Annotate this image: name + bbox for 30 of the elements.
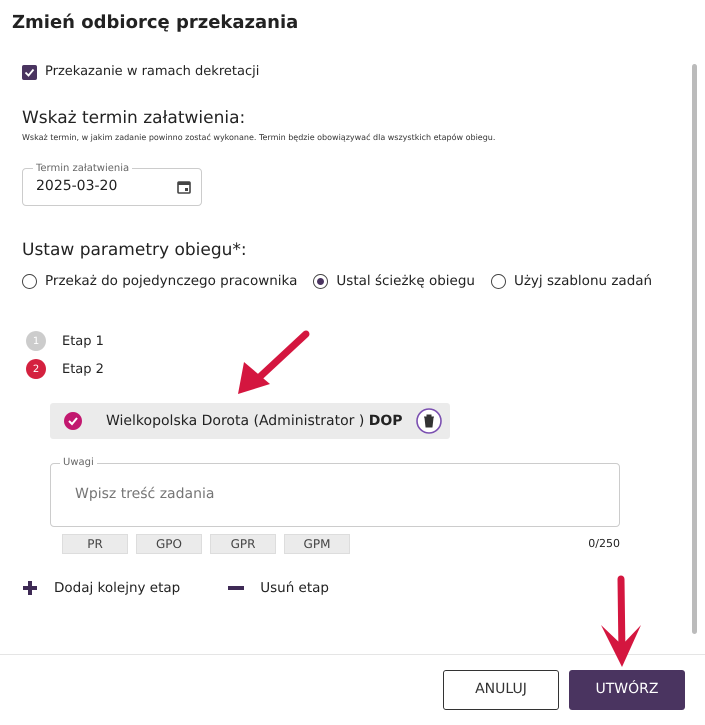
character-counter: 0/250 xyxy=(588,536,620,552)
checkbox[interactable] xyxy=(22,64,37,80)
radio-button[interactable] xyxy=(313,274,328,289)
section-heading: Ustaw parametry obiegu*: xyxy=(22,238,248,262)
field-label: Uwagi xyxy=(60,455,97,470)
create-button[interactable]: UTWÓRZ xyxy=(569,670,685,710)
tag-button[interactable]: PR xyxy=(62,534,128,554)
checkbox-label: Przekazanie w ramach dekretacji xyxy=(45,63,260,82)
step-label: Etap 2 xyxy=(62,360,104,378)
action-link[interactable]: Usuń etap xyxy=(260,578,329,598)
hint-text: Wskaż termin, w jakim zadanie powinno zostać wykonane. Termin będzie obowiązywać dla wszystkich etapów obiegu. xyxy=(22,132,496,144)
tag-button[interactable]: GPM xyxy=(284,534,350,554)
dialog-title: Zmień odbiorcę przekazania xyxy=(11,11,300,35)
delete-icon[interactable] xyxy=(416,408,442,434)
scrollbar[interactable] xyxy=(692,64,697,634)
tag-button[interactable]: GPO xyxy=(136,534,202,554)
step-number: 2 xyxy=(26,359,46,380)
calendar-icon[interactable] xyxy=(177,180,191,194)
recipient-name: Wielkopolska Dorota (Administrator ) DOP xyxy=(106,412,404,431)
action-link[interactable]: Dodaj kolejny etap xyxy=(54,578,180,598)
tag-button[interactable]: GPR xyxy=(210,534,276,554)
plus-icon[interactable] xyxy=(22,580,38,596)
radio-label: Ustal ścieżkę obiegu xyxy=(336,272,475,291)
section-heading: Wskaż termin załatwienia: xyxy=(22,107,246,130)
radio-button[interactable] xyxy=(22,274,37,289)
cancel-button[interactable]: ANULUJ xyxy=(443,670,559,710)
radio-button[interactable] xyxy=(490,274,506,289)
radio-label: Użyj szablonu zadań xyxy=(514,272,652,291)
radio-label: Przekaż do pojedynczego pracownika xyxy=(45,272,298,291)
step-label: Etap 1 xyxy=(62,332,104,350)
